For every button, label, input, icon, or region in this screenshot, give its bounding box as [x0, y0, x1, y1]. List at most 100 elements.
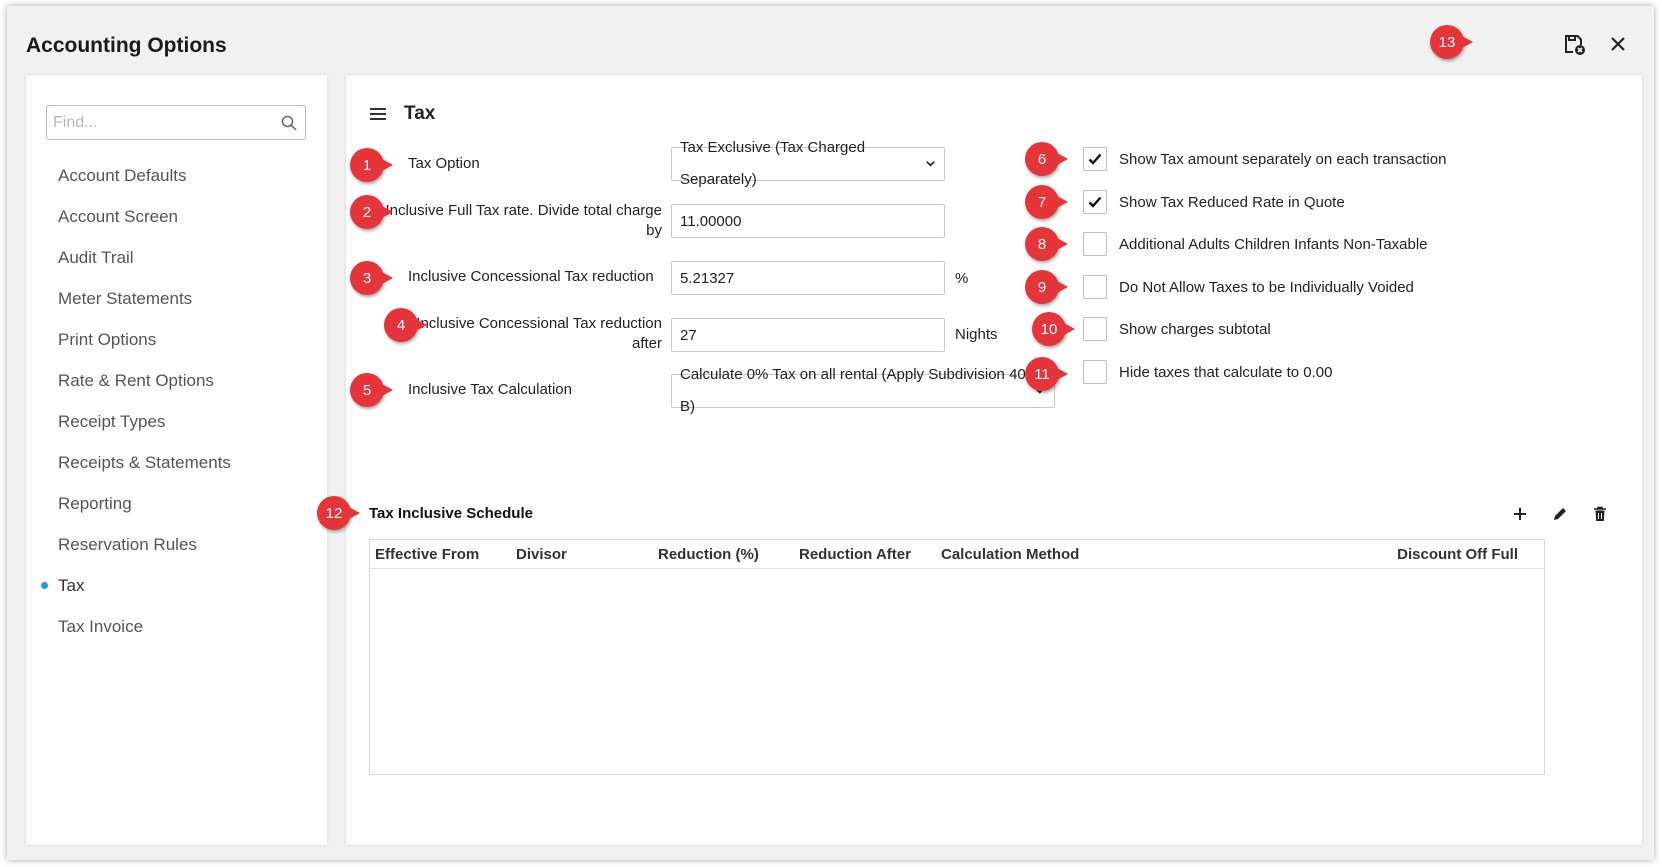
checkbox-hide-zero-taxes[interactable]: Hide taxes that calculate to 0.00 [1083, 360, 1332, 384]
sidebar-item-receipts-statements[interactable]: Receipts & Statements [26, 442, 327, 483]
checkbox[interactable] [1083, 275, 1107, 299]
menu-button[interactable] [368, 104, 388, 124]
pencil-icon [1554, 508, 1566, 520]
close-icon [1611, 37, 1625, 51]
sidebar-item-tax[interactable]: Tax [26, 565, 327, 606]
save-close-icon [1565, 35, 1585, 55]
checkbox[interactable] [1083, 190, 1107, 214]
checkbox-show-tax-reduced-rate[interactable]: Show Tax Reduced Rate in Quote [1083, 190, 1345, 214]
annotation-badge: 13 [1430, 25, 1473, 59]
tax-calculation-value: Calculate 0% Tax on all rental (Apply Su… [680, 366, 1031, 415]
annotation-badge: 5 [350, 373, 393, 407]
sidebar-item-label: Receipt Types [58, 412, 166, 431]
search-box[interactable] [46, 105, 306, 140]
checkbox-label: Show Tax amount separately on each trans… [1119, 150, 1447, 168]
checkbox-show-tax-separately[interactable]: Show Tax amount separately on each trans… [1083, 147, 1446, 171]
main-header: Tax [368, 103, 435, 125]
checkbox-show-charges-subtotal[interactable]: Show charges subtotal [1083, 317, 1271, 341]
tax-option-label: Tax Option [408, 155, 480, 172]
tax-calculation-label: Inclusive Tax Calculation [408, 381, 572, 398]
checkbox[interactable] [1083, 317, 1107, 341]
sidebar: Account Defaults Account Screen Audit Tr… [26, 75, 327, 845]
annotation-badge: 3 [350, 261, 393, 295]
concessional-reduction-input[interactable] [671, 261, 945, 295]
annotation-badge: 7 [1025, 185, 1068, 219]
page-title: Tax [404, 103, 436, 124]
checkbox-additional-non-taxable[interactable]: Additional Adults Children Infants Non-T… [1083, 232, 1428, 256]
schedule-title: Tax Inclusive Schedule [369, 505, 533, 522]
checkbox-label: Do Not Allow Taxes to be Individually Vo… [1119, 278, 1414, 296]
sidebar-item-label: Receipts & Statements [58, 453, 231, 472]
column-header-reduction-after[interactable]: Reduction After [799, 546, 911, 563]
column-header-effective-from[interactable]: Effective From [375, 546, 479, 563]
sidebar-item-print-options[interactable]: Print Options [26, 319, 327, 360]
sidebar-item-receipt-types[interactable]: Receipt Types [26, 401, 327, 442]
checkbox-label: Show Tax Reduced Rate in Quote [1119, 193, 1345, 211]
checkmark-icon [1088, 153, 1102, 165]
checkbox-no-individual-void[interactable]: Do Not Allow Taxes to be Individually Vo… [1083, 275, 1414, 299]
search-input[interactable] [47, 106, 267, 139]
column-header-calculation-method[interactable]: Calculation Method [941, 546, 1079, 563]
tax-calculation-select[interactable]: Calculate 0% Tax on all rental (Apply Su… [671, 366, 1055, 415]
sidebar-item-label: Meter Statements [58, 289, 193, 308]
hamburger-menu-icon [370, 108, 386, 120]
tax-option-select[interactable]: Tax Exclusive (Tax Charged Separately) [671, 139, 945, 188]
tax-option-value: Tax Exclusive (Tax Charged Separately) [680, 139, 866, 188]
search-icon [281, 115, 297, 131]
edit-schedule-button[interactable] [1546, 500, 1574, 528]
full-tax-rate-label: Inclusive Full Tax rate. Divide total ch… [376, 201, 662, 241]
sidebar-item-reservation-rules[interactable]: Reservation Rules [26, 524, 327, 565]
sidebar-item-reporting[interactable]: Reporting [26, 483, 327, 524]
concessional-after-label-line2: after [631, 335, 662, 352]
sidebar-item-label: Tax Invoice [58, 617, 144, 636]
sidebar-item-label: Reporting [58, 494, 132, 513]
delete-schedule-button[interactable] [1586, 500, 1614, 528]
plus-icon [1514, 508, 1526, 520]
window-actions [1560, 30, 1632, 58]
sidebar-item-tax-invoice[interactable]: Tax Invoice [26, 606, 327, 647]
annotation-badge: 1 [350, 148, 393, 182]
chevron-down-icon [926, 161, 935, 167]
sidebar-item-label: Reservation Rules [58, 535, 197, 554]
sidebar-item-audit-trail[interactable]: Audit Trail [26, 237, 327, 278]
sidebar-item-label: Account Screen [58, 207, 179, 226]
sidebar-item-meter-statements[interactable]: Meter Statements [26, 278, 327, 319]
window-title: Accounting Options [26, 34, 227, 57]
table-header: Effective From Divisor Reduction (%) Red… [370, 540, 1544, 569]
full-tax-rate-label-line1: Inclusive Full Tax rate. Divide total ch… [385, 202, 662, 219]
tax-schedule-table: Effective From Divisor Reduction (%) Red… [369, 539, 1545, 775]
close-button[interactable] [1604, 30, 1632, 58]
sidebar-item-label: Audit Trail [58, 248, 134, 267]
sidebar-item-label: Rate & Rent Options [58, 371, 214, 390]
checkbox-label: Hide taxes that calculate to 0.00 [1119, 363, 1333, 381]
annotation-badge: 6 [1025, 142, 1068, 176]
full-tax-rate-input[interactable] [671, 204, 945, 238]
accounting-options-window: Accounting Options Account Defaults [7, 6, 1654, 860]
trash-icon [1594, 506, 1606, 521]
column-header-reduction[interactable]: Reduction (%) [658, 546, 759, 563]
schedule-actions [1506, 500, 1614, 528]
sidebar-item-account-screen[interactable]: Account Screen [26, 196, 327, 237]
checkbox[interactable] [1083, 147, 1107, 171]
nights-suffix: Nights [955, 326, 998, 343]
checkmark-icon [1088, 196, 1102, 208]
annotation-badge: 11 [1025, 357, 1068, 391]
column-header-divisor[interactable]: Divisor [516, 546, 567, 563]
sidebar-item-label: Print Options [58, 330, 157, 349]
full-tax-rate-label-line2: by [646, 222, 662, 239]
active-indicator-dot [41, 582, 48, 589]
save-close-button[interactable] [1560, 30, 1588, 58]
sidebar-item-account-defaults[interactable]: Account Defaults [26, 155, 327, 196]
checkbox[interactable] [1083, 360, 1107, 384]
concessional-after-input[interactable] [671, 318, 945, 352]
sidebar-item-label: Account Defaults [58, 166, 187, 185]
annotation-badge: 2 [350, 195, 393, 229]
annotation-badge: 10 [1032, 312, 1075, 346]
sidebar-item-rate-rent-options[interactable]: Rate & Rent Options [26, 360, 327, 401]
main-panel: Tax Tax Option Inclusive Full Tax rate. … [317, 75, 1642, 845]
column-header-discount-off-full[interactable]: Discount Off Full [1397, 546, 1518, 563]
annotation-badge: 8 [1025, 227, 1068, 261]
add-schedule-button[interactable] [1506, 500, 1534, 528]
annotation-badge: 4 [384, 308, 427, 342]
checkbox[interactable] [1083, 232, 1107, 256]
